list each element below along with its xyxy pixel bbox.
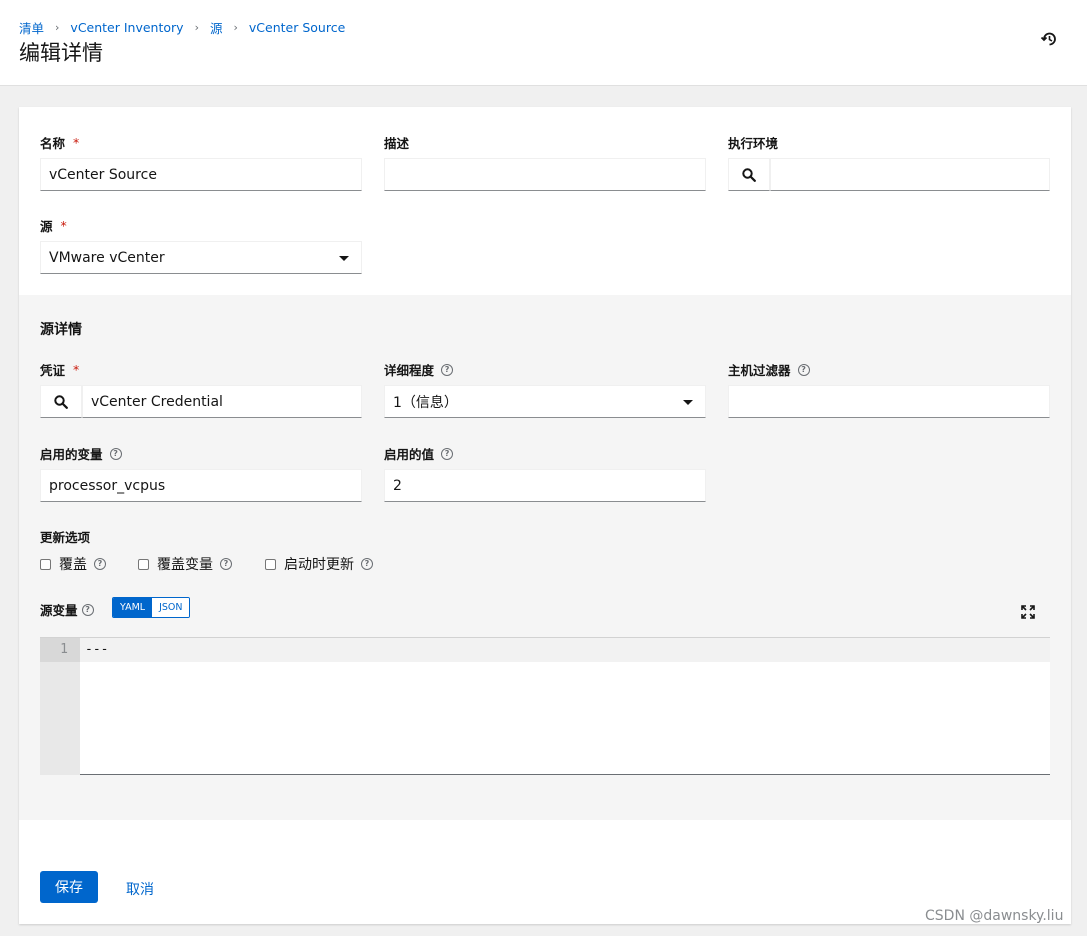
help-circle-icon[interactable]: ? [361,558,373,570]
execution-env-input[interactable] [770,158,1050,191]
yaml-json-toggle: YAML JSON [112,597,191,618]
caret-down-icon [683,400,693,405]
yaml-toggle-button[interactable]: YAML [113,598,153,617]
breadcrumb-sources[interactable]: 源 [210,18,223,37]
name-input[interactable]: vCenter Source [40,158,362,191]
host-filter-input[interactable] [728,385,1050,418]
verbosity-label: 详细程度? [384,360,454,379]
overwrite-vars-option: 覆盖变量 ? [138,554,232,574]
enabled-value-label: 启用的值? [384,444,454,463]
help-circle-icon[interactable]: ? [441,447,454,460]
form-card: 名称 * vCenter Source 描述 执行环境 源 * VMware vCe… [19,107,1071,924]
help-circle-icon[interactable]: ? [220,558,232,570]
page-title: 编辑详情 [19,41,103,65]
execution-env-search-button[interactable] [728,158,770,191]
expand-icon[interactable] [1021,605,1035,619]
help-circle-icon[interactable]: ? [797,363,810,376]
update-options-label: 更新选项 [40,530,91,545]
source-select[interactable]: VMware vCenter [40,241,362,274]
line-number: 1 [40,638,80,662]
enabled-variable-label: 启用的变量? [40,444,122,463]
name-label: 名称 * [40,135,80,151]
breadcrumb-inventories[interactable]: 清单 [19,18,44,37]
enabled-variable-input[interactable]: processor_vcpus [40,469,362,502]
credential-input[interactable]: vCenter Credential [82,385,362,418]
enabled-value-input[interactable]: 2 [384,469,706,502]
search-icon [54,394,68,409]
help-circle-icon[interactable]: ? [441,363,454,376]
overwrite-checkbox[interactable] [40,558,51,570]
save-button[interactable]: 保存 [40,871,98,903]
page-header: 清单 › vCenter Inventory › 源 › vCenter Sou… [0,0,1087,86]
host-filter-label: 主机过滤器? [728,360,810,379]
help-circle-icon[interactable]: ? [81,603,94,616]
source-variables-label: 源变量? [40,600,94,619]
code-line[interactable]: --- [85,638,108,662]
source-variables-editor[interactable]: 1 --- [40,637,1050,775]
search-icon [742,167,756,182]
active-line [80,638,1050,662]
credential-search-button[interactable] [40,385,82,418]
breadcrumb-source[interactable]: vCenter Source [249,20,345,35]
json-toggle-button[interactable]: JSON [152,598,190,617]
watermark: CSDN @dawnsky.liu [925,908,1064,924]
help-circle-icon[interactable]: ? [109,447,122,460]
cancel-button[interactable]: 取消 [126,879,154,899]
overwrite-vars-checkbox[interactable] [138,558,149,570]
help-circle-icon[interactable]: ? [94,558,106,570]
overwrite-option: 覆盖 ? [40,554,106,574]
chevron-right-icon: › [194,21,199,34]
source-details-section: 源详情 凭证 * vCenter Credential 详细程度? 1（信息） 主… [19,295,1071,820]
source-details-title: 源详情 [40,322,82,338]
update-on-launch-option: 启动时更新 ? [265,554,373,574]
description-label: 描述 [384,136,410,151]
breadcrumb-inventory[interactable]: vCenter Inventory [70,20,183,35]
breadcrumb: 清单 › vCenter Inventory › 源 › vCenter Sou… [19,18,345,37]
chevron-right-icon: › [233,21,238,34]
update-on-launch-checkbox[interactable] [265,558,276,570]
caret-down-icon [339,256,349,261]
description-input[interactable] [384,158,706,191]
credential-label: 凭证 * [40,362,80,378]
source-label: 源 * [40,218,67,234]
chevron-right-icon: › [55,21,60,34]
execution-env-label: 执行环境 [728,136,779,151]
history-icon[interactable] [1040,30,1058,48]
verbosity-select[interactable]: 1（信息） [384,385,706,418]
